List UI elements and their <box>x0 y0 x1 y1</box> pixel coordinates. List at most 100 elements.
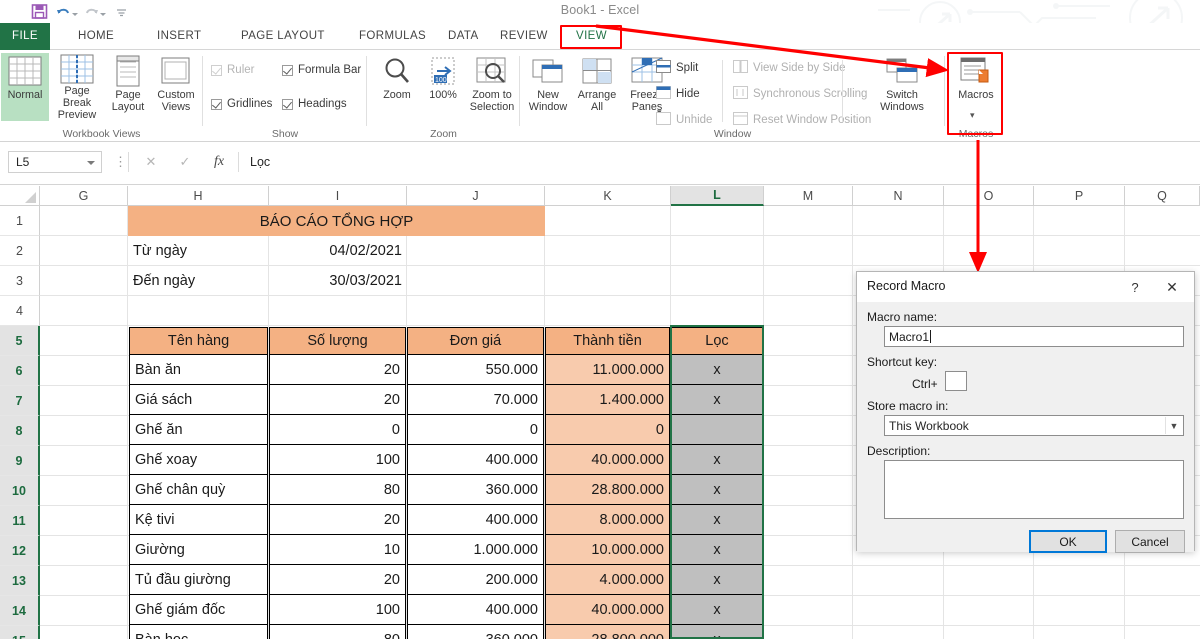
cell-total-row-9[interactable]: 40.000.000 <box>545 445 670 475</box>
tab-data[interactable]: DATA <box>438 23 489 50</box>
cancel-button[interactable]: Cancel <box>1115 530 1185 553</box>
cell-qty-row-14[interactable]: 100 <box>269 595 406 625</box>
cell-total-row-7[interactable]: 1.400.000 <box>545 385 670 415</box>
cell-filter-row-6[interactable]: x <box>671 355 763 385</box>
cell-price-row-11[interactable]: 400.000 <box>407 505 544 535</box>
cell-name-row-12[interactable]: Giường <box>129 535 268 565</box>
cell-qty-row-8[interactable]: 0 <box>269 415 406 445</box>
undo-dropdown-caret[interactable] <box>72 13 78 16</box>
cell-name-row-10[interactable]: Ghế chân quỳ <box>129 475 268 505</box>
cell-price-row-9[interactable]: 400.000 <box>407 445 544 475</box>
column-header-L[interactable]: L <box>671 186 764 206</box>
cell-from-date-label[interactable]: Từ ngày <box>128 236 269 266</box>
redo-dropdown-caret[interactable] <box>100 13 106 16</box>
table-header-total[interactable]: Thành tiền <box>545 327 670 355</box>
column-header-P[interactable]: P <box>1034 186 1125 206</box>
row-header-1[interactable]: 1 <box>0 206 40 236</box>
cell-price-row-6[interactable]: 550.000 <box>407 355 544 385</box>
chevron-down-icon[interactable]: ▼ <box>1165 417 1182 434</box>
table-header-filter[interactable]: Lọc <box>671 327 763 355</box>
macros-dropdown-caret[interactable]: ▾ <box>970 110 975 121</box>
row-header-2[interactable]: 2 <box>0 236 40 266</box>
cell-to-date-value[interactable]: 30/03/2021 <box>269 266 407 296</box>
row-header-7[interactable]: 7 <box>0 386 40 416</box>
button-split[interactable]: Split <box>656 60 698 76</box>
cell-name-row-6[interactable]: Bàn ăn <box>129 355 268 385</box>
row-header-11[interactable]: 11 <box>0 506 40 536</box>
row-header-4[interactable]: 4 <box>0 296 40 326</box>
button-hide[interactable]: Hide <box>656 86 700 102</box>
cell-total-row-12[interactable]: 10.000.000 <box>545 535 670 565</box>
button-zoom-100[interactable]: 100 100% <box>421 53 465 121</box>
cell-name-row-14[interactable]: Ghế giám đốc <box>129 595 268 625</box>
button-arrange-all[interactable]: Arrange All <box>573 53 621 121</box>
cell-total-row-8[interactable]: 0 <box>545 415 670 445</box>
ok-button[interactable]: OK <box>1029 530 1107 553</box>
cell-total-row-15[interactable]: 28.800.000 <box>545 625 670 639</box>
store-macro-in-select[interactable]: This Workbook ▼ <box>884 415 1184 436</box>
row-header-15[interactable]: 15 <box>0 626 40 639</box>
cell-total-row-6[interactable]: 11.000.000 <box>545 355 670 385</box>
tab-file[interactable]: FILE <box>0 23 50 50</box>
cell-total-row-13[interactable]: 4.000.000 <box>545 565 670 595</box>
cell-qty-row-6[interactable]: 20 <box>269 355 406 385</box>
column-header-Q[interactable]: Q <box>1125 186 1200 206</box>
shortcut-key-input[interactable] <box>945 371 967 391</box>
cancel-icon[interactable]: ✕ <box>134 154 168 170</box>
cell-qty-row-11[interactable]: 20 <box>269 505 406 535</box>
save-icon[interactable] <box>31 3 50 22</box>
redo-icon[interactable] <box>84 5 106 20</box>
table-header-qty[interactable]: Số lượng <box>269 327 406 355</box>
checkbox-headings[interactable]: Headings <box>282 98 347 110</box>
cell-filter-row-15[interactable]: x <box>671 625 763 639</box>
cell-filter-row-9[interactable]: x <box>671 445 763 475</box>
cell-name-row-11[interactable]: Kệ tivi <box>129 505 268 535</box>
checkbox-ruler[interactable]: Ruler <box>211 64 254 76</box>
cell-total-row-10[interactable]: 28.800.000 <box>545 475 670 505</box>
cell-price-row-8[interactable]: 0 <box>407 415 544 445</box>
cell-report-title[interactable]: BÁO CÁO TỔNG HỢP <box>128 206 545 236</box>
name-box[interactable]: L5 <box>8 151 102 173</box>
formula-bar-handle[interactable]: ⋮ <box>114 154 127 170</box>
button-page-break-preview[interactable]: Page Break Preview <box>50 53 104 121</box>
checkbox-gridlines[interactable]: Gridlines <box>211 98 272 110</box>
tab-page-layout[interactable]: PAGE LAYOUT <box>231 23 335 50</box>
cell-qty-row-9[interactable]: 100 <box>269 445 406 475</box>
cell-filter-row-8[interactable] <box>671 415 763 445</box>
row-header-14[interactable]: 14 <box>0 596 40 626</box>
confirm-icon[interactable]: ✓ <box>168 154 202 170</box>
cell-qty-row-12[interactable]: 10 <box>269 535 406 565</box>
cell-name-row-8[interactable]: Ghế ăn <box>129 415 268 445</box>
cell-price-row-15[interactable]: 360.000 <box>407 625 544 639</box>
description-textarea[interactable] <box>884 460 1184 519</box>
button-zoom-to-selection[interactable]: Zoom to Selection <box>466 53 518 121</box>
record-macro-dialog[interactable]: Record Macro ? ✕ Macro name: Macro1 Shor… <box>856 271 1195 553</box>
formula-input[interactable]: Lọc <box>244 151 1192 173</box>
row-header-8[interactable]: 8 <box>0 416 40 446</box>
close-icon[interactable]: ✕ <box>1158 277 1186 297</box>
cell-price-row-13[interactable]: 200.000 <box>407 565 544 595</box>
cell-price-row-12[interactable]: 1.000.000 <box>407 535 544 565</box>
cell-price-row-14[interactable]: 400.000 <box>407 595 544 625</box>
table-header-price[interactable]: Đơn giá <box>407 327 544 355</box>
tab-view[interactable]: VIEW <box>566 23 617 50</box>
cell-filter-row-14[interactable]: x <box>671 595 763 625</box>
name-box-caret-icon[interactable] <box>87 161 95 165</box>
column-header-H[interactable]: H <box>128 186 269 206</box>
row-header-10[interactable]: 10 <box>0 476 40 506</box>
cell-filter-row-10[interactable]: x <box>671 475 763 505</box>
column-header-J[interactable]: J <box>407 186 545 206</box>
row-header-6[interactable]: 6 <box>0 356 40 386</box>
cell-name-row-15[interactable]: Bàn học <box>129 625 268 639</box>
button-zoom[interactable]: Zoom <box>371 53 423 121</box>
cell-price-row-10[interactable]: 360.000 <box>407 475 544 505</box>
cell-filter-row-11[interactable]: x <box>671 505 763 535</box>
row-header-13[interactable]: 13 <box>0 566 40 596</box>
column-header-M[interactable]: M <box>764 186 853 206</box>
fx-icon[interactable]: fx <box>202 154 236 170</box>
cell-name-row-9[interactable]: Ghế xoay <box>129 445 268 475</box>
tab-review[interactable]: REVIEW <box>490 23 558 50</box>
cell-name-row-7[interactable]: Giá sách <box>129 385 268 415</box>
column-header-K[interactable]: K <box>545 186 671 206</box>
button-custom-views[interactable]: Custom Views <box>151 53 201 121</box>
